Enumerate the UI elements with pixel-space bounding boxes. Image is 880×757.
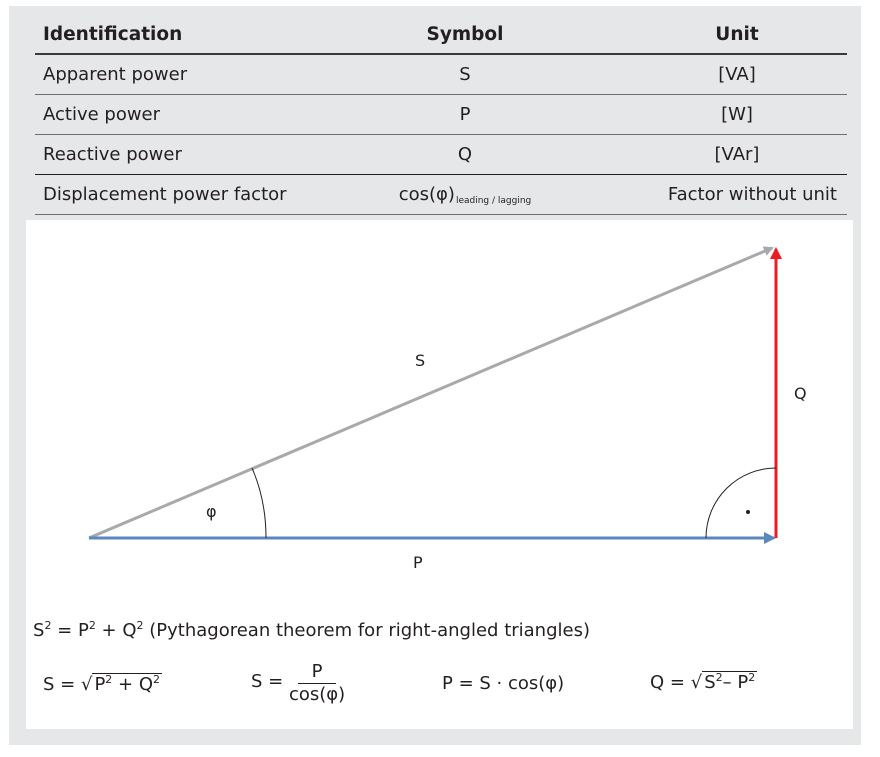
sqrt-icon: √	[690, 672, 703, 693]
f-denominator: cos(φ)	[288, 684, 346, 705]
cell-symbol: S	[459, 64, 471, 85]
f-s: S	[33, 620, 45, 641]
f-q: Q	[122, 620, 137, 641]
f-minus: –	[722, 672, 738, 693]
f-plus: +	[95, 620, 123, 641]
f-p: P	[737, 672, 749, 693]
power-triangle-diagram: S P Q φ S2 = P2 + Q2 (Pythagorean theore…	[26, 220, 853, 729]
cell-unit: [W]	[721, 104, 753, 125]
table-row: Apparent power S [VA]	[35, 55, 847, 95]
formula-pythagoras: S2 = P2 + Q2 (Pythagorean theorem for ri…	[33, 619, 590, 641]
power-triangle-svg	[88, 246, 782, 544]
formula-p: P = S · cos(φ)	[442, 673, 565, 694]
f-exp: 2	[88, 619, 96, 632]
label-p: P	[413, 553, 423, 572]
f-radicand: P2 + Q2	[92, 673, 162, 695]
f-lhs: S =	[251, 671, 289, 692]
f-p: P	[94, 674, 106, 695]
cell-identification: Reactive power	[43, 144, 182, 165]
cell-symbol: Q	[457, 144, 473, 165]
cell-unit: Factor without unit	[667, 184, 837, 205]
sqrt-icon: √	[80, 674, 93, 695]
header-identification: Identification	[43, 24, 183, 45]
f-numerator: P	[297, 662, 337, 684]
cell-identification: Active power	[43, 104, 161, 125]
cell-symbol: cos(φ) leading / lagging	[325, 175, 605, 214]
header-symbol: Symbol	[426, 24, 504, 45]
f-s: S	[704, 672, 716, 693]
f-p: P	[77, 620, 89, 641]
f-note: (Pythagorean theorem for right-angled tr…	[143, 620, 590, 641]
f-q: Q	[138, 674, 153, 695]
table-row: Reactive power Q [VAr]	[35, 135, 847, 175]
table-row: Displacement power factor cos(φ) leading …	[35, 175, 847, 215]
formula-q-sqrt: Q = √ S2– P2	[650, 671, 758, 693]
f-exp: 2	[136, 619, 144, 632]
table-header-row: Identification Symbol Unit	[35, 16, 847, 55]
right-angle-arc	[705, 467, 777, 539]
symbol-subscript: leading / lagging	[455, 195, 532, 206]
f-eq: =	[51, 620, 78, 641]
f-lhs: Q =	[650, 672, 691, 693]
label-s: S	[415, 351, 426, 370]
f-exp: 2	[748, 671, 756, 684]
cell-unit: [VA]	[718, 64, 756, 85]
f-exp: 2	[715, 671, 723, 684]
f-lhs: S =	[43, 674, 81, 695]
formula-s-frac: S = Pcos(φ)	[251, 660, 345, 706]
label-q: Q	[794, 384, 807, 403]
label-phi: φ	[206, 502, 217, 521]
cell-identification: Apparent power	[43, 64, 188, 85]
right-angle-dot	[746, 510, 750, 514]
power-quantities-table: Identification Symbol Unit Apparent powe…	[35, 16, 847, 215]
f-fraction: Pcos(φ)	[289, 662, 345, 706]
f-radicand: S2– P2	[702, 671, 758, 693]
table-row: Active power P [W]	[35, 95, 847, 135]
formula-s-sqrt: S = √ P2 + Q2	[43, 673, 162, 695]
f-plus: +	[112, 674, 139, 695]
symbol-text: cos(φ)	[398, 184, 455, 205]
vector-s-line	[88, 246, 774, 540]
cell-unit: [VAr]	[714, 144, 760, 165]
cell-identification: Displacement power factor	[43, 184, 287, 205]
f-exp: 2	[153, 673, 160, 686]
angle-phi-arc	[251, 467, 267, 539]
cell-symbol: P	[459, 104, 471, 125]
header-unit: Unit	[715, 24, 759, 45]
